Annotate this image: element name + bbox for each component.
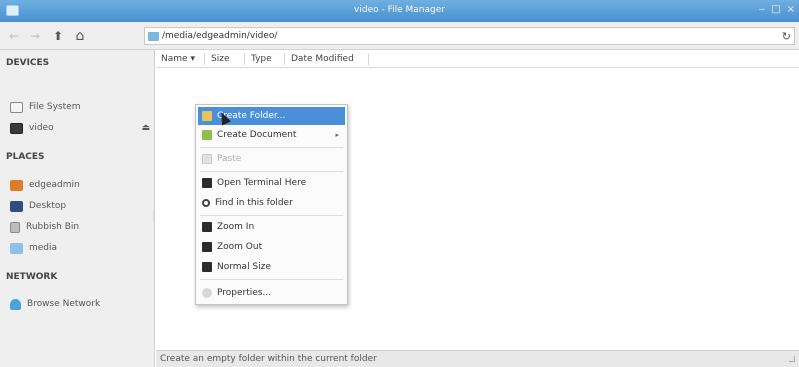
sidebar-item-media[interactable]: media: [10, 239, 150, 257]
terminal-icon: [202, 178, 212, 188]
reload-icon[interactable]: ↻: [782, 30, 791, 43]
column-divider[interactable]: [368, 53, 369, 65]
column-divider[interactable]: [284, 53, 285, 65]
toolbar: ← → ⬆ ⌂ /media/edgeadmin/video/ ↻: [0, 22, 799, 50]
menu-item-zoom-out[interactable]: Zoom Out: [198, 238, 345, 256]
sidebar-item-file-system[interactable]: File System: [10, 98, 150, 116]
paste-icon: [202, 154, 212, 164]
menu-item-label: Open Terminal Here: [217, 178, 307, 188]
network-header: NETWORK: [6, 272, 58, 282]
status-bar: Create an empty folder within the curren…: [156, 350, 799, 367]
network-icon: [10, 298, 21, 310]
folder-icon: [148, 32, 159, 41]
menu-separator: [200, 215, 343, 216]
menu-item-zoom-in[interactable]: Zoom In: [198, 218, 345, 236]
normal-size-icon: [202, 262, 212, 272]
sidebar-item-label: Desktop: [29, 201, 67, 211]
search-icon: [202, 199, 210, 207]
up-button[interactable]: ⬆: [50, 28, 66, 44]
title-bar: video - File Manager ‒ □ ×: [0, 0, 799, 22]
window-controls: ‒ □ ×: [759, 4, 795, 15]
properties-icon: [202, 288, 212, 298]
sidebar-splitter[interactable]: [153, 210, 155, 222]
sidebar: DEVICES File System video ⏏ PLACES edgea…: [0, 50, 155, 367]
column-type[interactable]: Type: [251, 54, 272, 64]
drive-icon: [10, 101, 23, 113]
menu-item-label: Find in this folder: [215, 198, 293, 208]
zoom-out-icon: [202, 242, 212, 252]
menu-item-label: Zoom In: [217, 222, 255, 232]
forward-button[interactable]: →: [27, 28, 43, 44]
menu-item-create-document[interactable]: Create Document ▸: [198, 126, 345, 144]
menu-separator: [200, 171, 343, 172]
maximize-button[interactable]: □: [771, 4, 780, 15]
menu-item-label: Properties...: [217, 288, 272, 298]
context-menu: Create Folder... Create Document ▸ Paste…: [195, 104, 348, 305]
sidebar-item-label: Rubbish Bin: [26, 222, 80, 232]
column-size[interactable]: Size: [211, 54, 229, 64]
column-name-label: Name: [161, 54, 188, 64]
location-path[interactable]: /media/edgeadmin/video/: [162, 31, 277, 41]
menu-item-properties[interactable]: Properties...: [198, 284, 345, 302]
column-divider[interactable]: [204, 53, 205, 65]
menu-separator: [200, 279, 343, 280]
menu-separator: [200, 147, 343, 148]
desktop-icon: [10, 200, 23, 212]
menu-item-label: Paste: [217, 154, 242, 164]
eject-icon[interactable]: ⏏: [141, 123, 150, 133]
sidebar-item-label: Browse Network: [27, 299, 101, 309]
usb-drive-icon: [10, 122, 23, 134]
zoom-in-icon: [202, 222, 212, 232]
sidebar-item-label: media: [29, 243, 58, 253]
menu-item-label: Normal Size: [217, 262, 271, 272]
new-folder-icon: [202, 111, 212, 121]
sidebar-item-label: File System: [29, 102, 81, 112]
submenu-arrow-icon: ▸: [335, 131, 339, 139]
sidebar-item-rubbish-bin[interactable]: Rubbish Bin: [10, 218, 150, 236]
menu-item-label: Zoom Out: [217, 242, 263, 252]
sidebar-item-browse-network[interactable]: Browse Network: [10, 295, 150, 313]
home-button[interactable]: ⌂: [72, 28, 88, 44]
menu-item-normal-size[interactable]: Normal Size: [198, 258, 345, 276]
location-bar[interactable]: /media/edgeadmin/video/ ↻: [144, 27, 795, 45]
menu-item-paste[interactable]: Paste: [198, 150, 345, 168]
sidebar-item-desktop[interactable]: Desktop: [10, 197, 150, 215]
close-button[interactable]: ×: [787, 4, 795, 15]
column-name[interactable]: Name ▾: [161, 54, 195, 64]
sidebar-item-label: edgeadmin: [29, 180, 80, 190]
sidebar-item-edgeadmin[interactable]: edgeadmin: [10, 176, 150, 194]
resize-grip[interactable]: [789, 356, 795, 362]
back-button[interactable]: ←: [6, 28, 22, 44]
sidebar-item-label: video: [29, 123, 54, 133]
window-title: video - File Manager: [354, 5, 445, 15]
minimize-button[interactable]: ‒: [759, 4, 765, 15]
menu-item-open-terminal[interactable]: Open Terminal Here: [198, 174, 345, 192]
home-icon: [10, 179, 23, 191]
devices-header: DEVICES: [6, 58, 50, 68]
file-list-header: Name ▾ Size Type Date Modified: [156, 50, 799, 68]
status-text: Create an empty folder within the curren…: [160, 354, 377, 364]
places-header: PLACES: [6, 152, 45, 162]
menu-item-find-in-folder[interactable]: Find in this folder: [198, 194, 345, 212]
menu-item-label: Create Document: [217, 130, 297, 140]
column-date-modified[interactable]: Date Modified: [291, 54, 354, 64]
sort-descending-icon: ▾: [190, 54, 195, 64]
trash-icon: [10, 221, 20, 233]
column-divider[interactable]: [244, 53, 245, 65]
new-document-icon: [202, 130, 212, 140]
folder-icon: [10, 242, 23, 254]
sidebar-item-video[interactable]: video ⏏: [10, 119, 150, 137]
